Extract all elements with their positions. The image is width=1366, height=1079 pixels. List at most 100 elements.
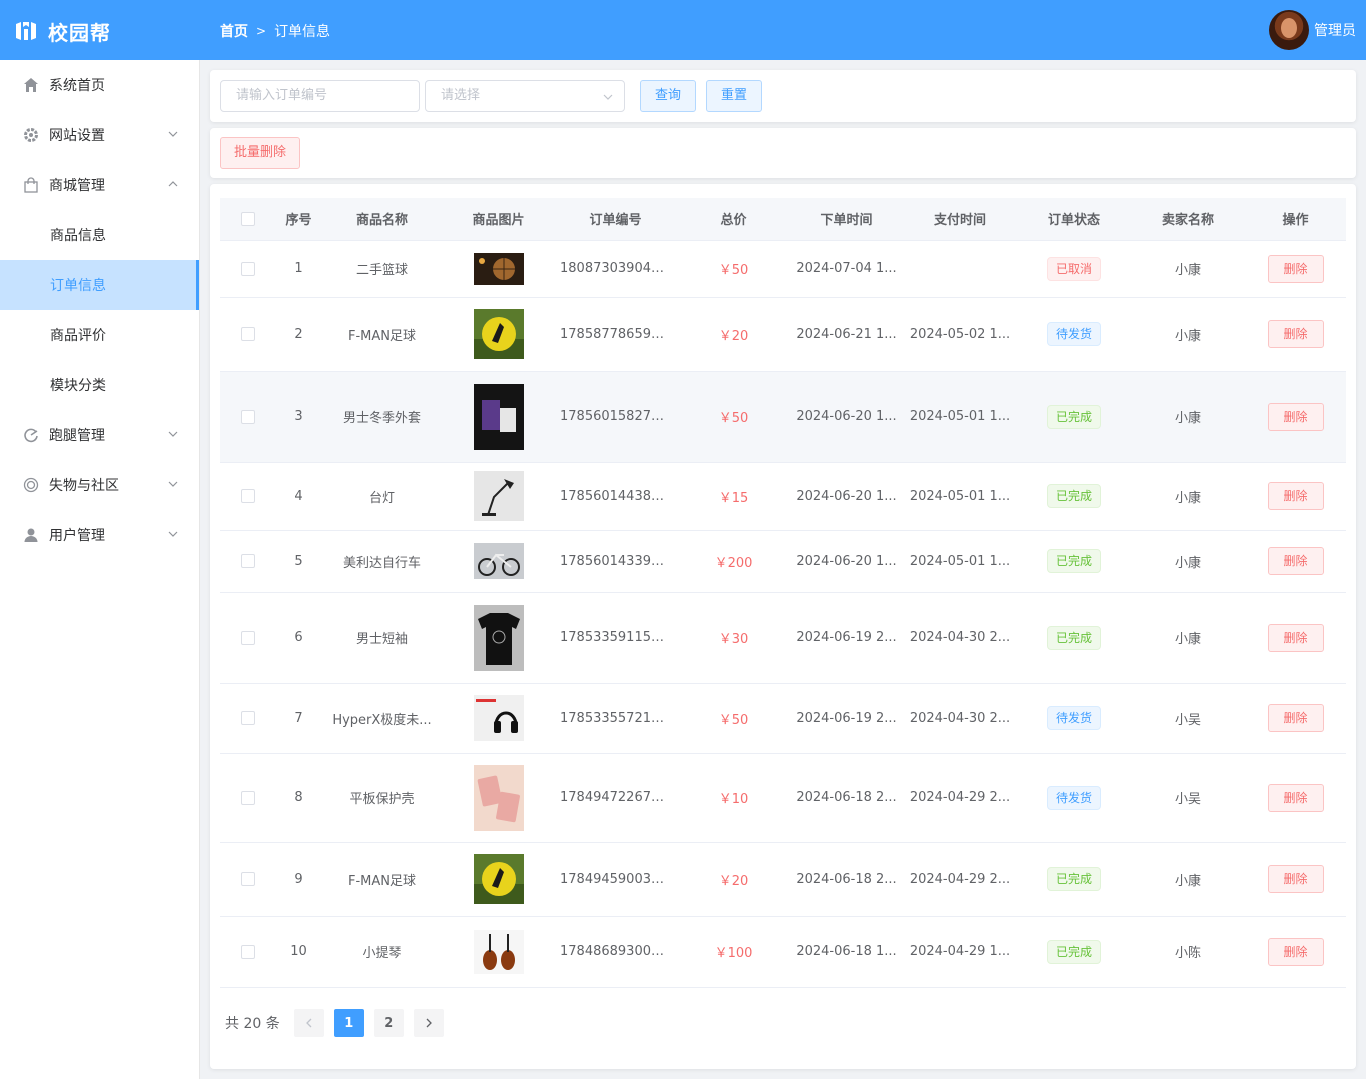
orders-table: 序号 商品名称 商品图片 订单编号 总价 下单时间 支付时间 订单状态 卖家名称… — [220, 198, 1346, 988]
sidebar-item-label: 跑腿管理 — [49, 428, 105, 444]
sidebar-item-errand[interactable]: 跑腿管理 — [0, 410, 199, 460]
sidebar-item-lost-community[interactable]: 失物与社区 — [0, 460, 199, 510]
sidebar-item-site-settings[interactable]: 网站设置 — [0, 110, 199, 160]
table-row[interactable]: 5 美利达自行车 178560143396... ￥200 2024-06-20 1..… — [220, 530, 1346, 593]
order-status-cell: 已完成 — [1017, 462, 1131, 531]
table-row[interactable]: 8 平板保护壳 178494722677... ￥10 2024-06-18 2... 2… — [220, 753, 1346, 843]
avatar[interactable] — [1269, 10, 1309, 50]
row-checkbox[interactable] — [241, 944, 255, 959]
breadcrumb-separator-icon: > — [256, 24, 267, 38]
total-price: ￥20 — [677, 297, 790, 372]
chevron-left-icon — [305, 1018, 312, 1028]
row-checkbox[interactable] — [241, 630, 255, 645]
user-menu[interactable]: 管理员 — [1269, 10, 1356, 50]
table-row[interactable]: 4 台灯 178560144389... ￥15 2024-06-20 1... 2024… — [220, 462, 1346, 531]
product-image[interactable] — [473, 764, 524, 831]
delete-button[interactable]: 删除 — [1267, 623, 1324, 652]
product-image[interactable] — [473, 695, 524, 741]
delete-button[interactable]: 删除 — [1267, 783, 1324, 812]
column-header: 商品名称 — [321, 198, 443, 241]
sidebar-item-product-info[interactable]: 商品信息 — [0, 210, 199, 260]
page-button-2[interactable]: 2 — [373, 1009, 404, 1037]
row-checkbox[interactable] — [241, 790, 255, 805]
delete-button[interactable]: 删除 — [1267, 482, 1324, 510]
status-badge: 已完成 — [1046, 867, 1101, 891]
product-image[interactable] — [473, 252, 524, 285]
reset-button[interactable]: 重置 — [706, 80, 762, 112]
total-price: ￥20 — [677, 842, 790, 917]
logo-icon — [16, 22, 36, 40]
row-checkbox[interactable] — [241, 327, 255, 341]
table-row[interactable]: 1 二手篮球 180873039044... ￥50 2024-07-04 1... 已取… — [220, 240, 1346, 298]
product-image[interactable] — [473, 929, 524, 974]
product-image[interactable] — [473, 309, 524, 359]
table-row[interactable]: 7 HyperX极度未... 178533557216... ￥50 2024-06-1… — [220, 683, 1346, 754]
query-button[interactable]: 查询 — [640, 80, 696, 112]
sidebar-item-label: 订单信息 — [50, 278, 106, 294]
row-checkbox-cell — [220, 371, 276, 463]
sidebar-item-user-management[interactable]: 用户管理 — [0, 510, 199, 560]
status-badge: 已完成 — [1046, 939, 1101, 964]
order-status-cell: 待发货 — [1017, 753, 1131, 843]
table-row[interactable]: 3 男士冬季外套 178560158278... ￥50 2024-06-20 1...… — [220, 371, 1346, 463]
order-status-cell: 已完成 — [1017, 371, 1131, 463]
product-image[interactable] — [473, 471, 524, 521]
row-checkbox[interactable] — [241, 711, 255, 725]
row-index: 10 — [276, 916, 321, 988]
table-row[interactable]: 10 小提琴 178486893002... ￥100 2024-06-18 1... 2… — [220, 916, 1346, 988]
row-checkbox-cell — [220, 462, 276, 531]
sidebar-item-mall[interactable]: 商城管理 — [0, 160, 199, 210]
row-index: 1 — [276, 240, 321, 298]
table-row[interactable]: 6 男士短袖 178533591153... ￥30 2024-06-19 2... 20… — [220, 592, 1346, 684]
action-cell: 删除 — [1245, 371, 1346, 463]
next-page-button[interactable] — [413, 1009, 444, 1037]
product-name: 男士冬季外套 — [321, 371, 443, 463]
batch-delete-button[interactable]: 批量删除 — [220, 137, 300, 169]
product-image[interactable] — [473, 383, 524, 450]
order-status-cell: 已完成 — [1017, 842, 1131, 917]
delete-button[interactable]: 删除 — [1267, 254, 1324, 283]
row-checkbox[interactable] — [241, 489, 255, 503]
delete-button[interactable]: 删除 — [1267, 865, 1324, 893]
delete-button[interactable]: 删除 — [1267, 547, 1324, 575]
page-button-1[interactable]: 1 — [333, 1009, 364, 1037]
order-status-cell: 已完成 — [1017, 530, 1131, 593]
product-image[interactable] — [473, 854, 524, 904]
product-name: 美利达自行车 — [321, 530, 443, 593]
sidebar-item-order-info[interactable]: 订单信息 — [0, 260, 199, 310]
delete-button[interactable]: 删除 — [1267, 704, 1324, 732]
select-all-checkbox[interactable] — [241, 211, 255, 226]
sidebar-item-label: 系统首页 — [49, 78, 105, 94]
user-name[interactable]: 管理员 — [1314, 20, 1356, 40]
status-select[interactable]: 请选择 — [425, 80, 625, 112]
table-row[interactable]: 2 F-MAN足球 178587786595... ￥20 2024-06-21 1..… — [220, 297, 1346, 372]
delete-button[interactable]: 删除 — [1267, 937, 1324, 966]
header-checkbox-cell — [220, 198, 276, 241]
product-image[interactable] — [473, 543, 524, 579]
row-checkbox[interactable] — [241, 554, 255, 568]
row-checkbox[interactable] — [241, 409, 255, 424]
order-time: 2024-06-20 1... — [790, 371, 903, 463]
row-checkbox[interactable] — [241, 872, 255, 886]
breadcrumb-home[interactable]: 首页 — [220, 21, 248, 41]
row-checkbox[interactable] — [241, 261, 255, 276]
seller-name: 小康 — [1131, 530, 1245, 593]
delete-button[interactable]: 删除 — [1267, 402, 1324, 431]
product-image[interactable] — [473, 604, 524, 671]
status-badge: 待发货 — [1046, 785, 1101, 810]
chevron-down-icon — [168, 531, 178, 537]
search-bar: 请输入订单编号 请选择 查询 重置 — [210, 70, 1356, 122]
table-row[interactable]: 9 F-MAN足球 178494590031... ￥20 2024-06-18 2..… — [220, 842, 1346, 917]
sidebar-item-category[interactable]: 模块分类 — [0, 360, 199, 410]
status-badge: 待发货 — [1046, 322, 1101, 346]
app-logo[interactable]: 校园帮 — [14, 16, 111, 46]
prev-page-button[interactable] — [293, 1009, 324, 1037]
row-checkbox-cell — [220, 753, 276, 843]
delete-button[interactable]: 删除 — [1267, 320, 1324, 348]
sidebar-item-home[interactable]: 系统首页 — [0, 60, 199, 110]
order-status-cell: 待发货 — [1017, 683, 1131, 754]
sidebar-item-product-review[interactable]: 商品评价 — [0, 310, 199, 360]
pay-time: 2024-04-29 2... — [903, 753, 1017, 843]
product-image-cell — [443, 592, 554, 684]
order-number-input[interactable]: 请输入订单编号 — [220, 80, 420, 112]
